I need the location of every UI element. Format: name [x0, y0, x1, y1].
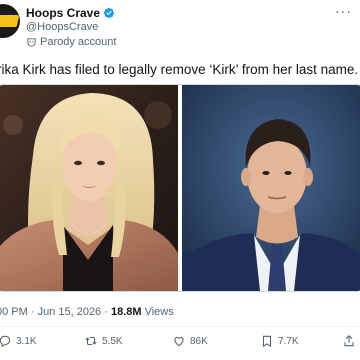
account-name[interactable]: Hoops Crave	[26, 6, 100, 20]
bookmark-button[interactable]: 7.7K	[260, 334, 299, 348]
photo-man	[181, 85, 360, 291]
tweet: Hoops Crave @HoopsCrave Parody account ·…	[0, 0, 360, 360]
like-button[interactable]: 86K	[172, 334, 208, 348]
views-count: 18.8M	[110, 306, 142, 318]
more-icon[interactable]: ···	[335, 4, 352, 18]
media-image-right[interactable]	[181, 85, 360, 291]
views-label: Views	[141, 306, 174, 318]
action-bar: 3.1K 5.5K 86K 7.7K	[0, 334, 360, 352]
bookmark-icon	[262, 335, 272, 348]
like-count: 86K	[190, 335, 208, 347]
share-button[interactable]	[342, 334, 360, 348]
parody-mask-icon	[27, 37, 36, 47]
avatar[interactable]	[0, 4, 20, 38]
like-icon	[174, 337, 184, 347]
tweet-text: rika Kirk has filed to legally remove ‘K…	[0, 62, 359, 77]
divider	[0, 326, 360, 327]
reply-button[interactable]: 3.1K	[0, 334, 37, 348]
media-divider	[178, 85, 180, 291]
media-image-left[interactable]	[0, 85, 178, 291]
parody-label-text: Parody account	[40, 36, 117, 48]
bookmark-count: 7.7K	[278, 335, 299, 347]
photo-woman	[0, 85, 178, 291]
reply-icon	[0, 335, 11, 348]
verified-icon	[103, 7, 115, 19]
parody-label: Parody account	[26, 36, 116, 48]
account-name-row[interactable]: Hoops Crave	[26, 6, 115, 20]
hoops-crave-logo	[0, 15, 20, 27]
post-timestamp[interactable]: 00 PM · Jun 15, 2026 ·	[0, 306, 111, 318]
repost-icon	[85, 336, 97, 346]
post-meta: 00 PM · Jun 15, 2026 · 18.8M Views	[0, 306, 174, 318]
reply-count: 3.1K	[16, 335, 37, 347]
media-grid[interactable]	[0, 84, 360, 292]
repost-count: 5.5K	[102, 335, 123, 347]
share-icon	[344, 335, 354, 347]
account-handle[interactable]: @HoopsCrave	[26, 21, 98, 33]
repost-button[interactable]: 5.5K	[84, 334, 123, 348]
